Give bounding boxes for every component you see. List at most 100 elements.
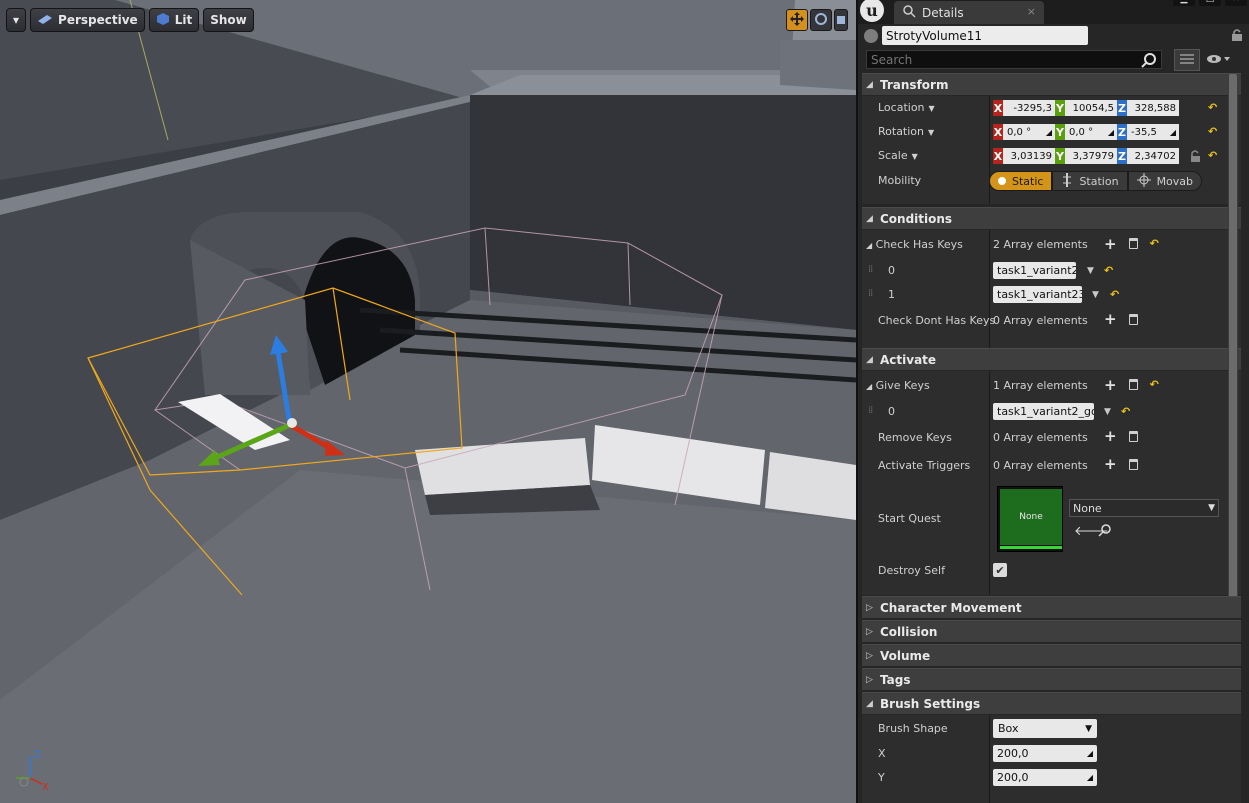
location-label[interactable]: Location ▼ <box>878 101 935 114</box>
actor-icon <box>864 29 878 43</box>
reset-arrow-icon[interactable]: ↶ <box>1208 125 1217 138</box>
mobility-movable-button[interactable]: Movab <box>1127 171 1203 191</box>
tab-details[interactable]: Details × <box>894 1 1044 24</box>
scale-tool-button[interactable] <box>834 9 848 31</box>
rotation-y-field[interactable]: 0,0 ° ◢ <box>1065 124 1117 140</box>
reset-arrow-icon[interactable]: ↶ <box>1208 101 1217 114</box>
collapsed-triangle-icon: ▷ <box>866 602 873 613</box>
reset-arrow-icon[interactable]: ↶ <box>1121 405 1130 418</box>
browse-icon[interactable] <box>1098 523 1112 540</box>
trash-icon[interactable] <box>1128 458 1138 470</box>
minimize-button[interactable]: ▁ <box>1173 0 1195 6</box>
check-dont-has-keys-label: Check Dont Has Keys <box>878 314 996 327</box>
section-collision[interactable]: ▷ Collision <box>862 620 1241 642</box>
close-icon[interactable]: × <box>1027 5 1036 18</box>
scene-render[interactable] <box>0 0 856 803</box>
trash-icon[interactable] <box>1128 313 1138 325</box>
trash-icon[interactable] <box>1128 238 1138 249</box>
array-index-0: 0 <box>888 405 895 418</box>
scale-label[interactable]: Scale ▼ <box>878 149 918 162</box>
scale-y-field[interactable]: 3,37979 <box>1065 148 1117 164</box>
move-icon <box>1136 172 1151 190</box>
reset-arrow-icon[interactable]: ↶ <box>1104 264 1113 277</box>
give-keys-count: 1 Array elements <box>993 379 1088 392</box>
location-y-field[interactable]: 10054,5 <box>1065 100 1117 116</box>
search-input[interactable] <box>866 50 1162 69</box>
reset-arrow-icon[interactable]: ↶ <box>1150 237 1159 250</box>
check-has-key-0-field[interactable]: task1_variant2 <box>993 262 1076 279</box>
level-viewport[interactable]: ▾ Perspective Lit Show Z X <box>0 0 856 803</box>
give-keys-label[interactable]: ◢ Give Keys <box>866 379 930 392</box>
object-name-field[interactable] <box>882 26 1088 45</box>
details-scrollbar[interactable] <box>1228 74 1238 616</box>
section-brush-settings[interactable]: ◢ Brush Settings <box>862 692 1241 714</box>
section-transform-title: Transform <box>880 77 949 92</box>
mobility-static-button[interactable]: Static <box>989 171 1053 191</box>
brush-shape-combo[interactable]: Box ▼ <box>993 719 1097 738</box>
location-x-field[interactable]: -3295,3 <box>1003 100 1055 116</box>
reset-arrow-icon[interactable]: ↶ <box>1208 149 1217 162</box>
section-conditions[interactable]: ◢ Conditions <box>862 207 1241 229</box>
scale-lock-icon[interactable] <box>1190 149 1202 166</box>
section-activate[interactable]: ◢ Activate <box>862 348 1241 370</box>
stationary-icon <box>1061 172 1073 190</box>
viewport-options-dropdown[interactable]: ▾ <box>6 8 27 32</box>
perspective-button[interactable]: Perspective <box>30 8 145 32</box>
brush-x-field[interactable]: 200,0 ◢ <box>993 745 1097 762</box>
translate-tool-button[interactable] <box>786 9 808 31</box>
plus-icon[interactable]: + <box>1104 377 1117 392</box>
section-transform[interactable]: ◢ Transform <box>862 73 1241 95</box>
reset-arrow-icon[interactable]: ↶ <box>1150 378 1159 391</box>
lit-button[interactable]: Lit <box>148 8 200 32</box>
plus-icon[interactable]: + <box>1104 429 1117 444</box>
drag-handle-icon[interactable]: ⁞⁞ <box>868 405 873 416</box>
section-conditions-title: Conditions <box>880 211 953 226</box>
lock-icon[interactable] <box>1231 28 1243 45</box>
reset-arrow-icon[interactable]: ↶ <box>1110 288 1119 301</box>
rotation-x-field[interactable]: 0,0 ° ◢ <box>1003 124 1055 140</box>
show-label: Show <box>210 13 247 27</box>
chevron-down-icon[interactable]: ▼ <box>1104 407 1111 417</box>
drag-handle-icon[interactable]: ⁞⁞ <box>868 288 873 299</box>
section-character-movement[interactable]: ▷ Character Movement <box>862 596 1241 618</box>
start-quest-thumbnail[interactable]: None <box>997 486 1063 552</box>
location-z-field[interactable]: 328,588 <box>1127 100 1179 116</box>
check-has-key-1-field[interactable]: task1_variant23 <box>993 286 1082 303</box>
start-quest-label: Start Quest <box>878 512 941 525</box>
scale-z-field[interactable]: 2,34702 <box>1127 148 1179 164</box>
plus-icon[interactable]: + <box>1104 312 1117 327</box>
section-activate-title: Activate <box>880 352 937 367</box>
check-has-keys-label[interactable]: ◢ Check Has Keys <box>866 238 963 251</box>
property-matrix-button[interactable] <box>1174 49 1200 71</box>
chevron-down-icon[interactable]: ▼ <box>1092 290 1099 300</box>
rotate-tool-button[interactable] <box>810 9 832 31</box>
mobility-selector: Static Station Movab <box>989 171 1203 191</box>
rotation-z-field[interactable]: -35,5 ◢ <box>1127 124 1179 140</box>
plus-icon[interactable]: + <box>1104 457 1117 472</box>
section-tags[interactable]: ▷ Tags <box>862 668 1241 690</box>
eye-icon[interactable] <box>1206 52 1232 70</box>
show-button[interactable]: Show <box>203 8 254 32</box>
plus-icon[interactable]: + <box>1104 236 1117 251</box>
section-volume[interactable]: ▷ Volume <box>862 644 1241 666</box>
chevron-down-icon[interactable]: ▼ <box>1087 266 1094 276</box>
maximize-button[interactable]: □ <box>1199 0 1221 6</box>
perspective-cube-icon <box>37 13 53 28</box>
mobility-stationary-button[interactable]: Station <box>1052 171 1128 191</box>
object-name-row <box>862 26 1247 46</box>
expanded-triangle-icon: ◢ <box>866 354 873 365</box>
rotation-label[interactable]: Rotation ▼ <box>878 125 934 138</box>
lit-sphere-icon <box>156 12 170 29</box>
give-key-0-field[interactable]: task1_variant2_go <box>993 403 1094 420</box>
drag-handle-icon[interactable]: ⁞⁞ <box>868 264 873 275</box>
trash-icon[interactable] <box>1128 379 1138 390</box>
scale-x-field[interactable]: 3,03139 <box>1003 148 1055 164</box>
search-icon[interactable] <box>1141 52 1157 68</box>
close-window-button[interactable]: ✕ <box>1225 0 1247 6</box>
scale-vector: X 3,03139 Y 3,37979 Z 2,34702 <box>993 148 1179 164</box>
destroy-self-checkbox[interactable]: ✔ <box>993 563 1007 577</box>
trash-icon[interactable] <box>1128 430 1138 442</box>
start-quest-combo[interactable]: None ▼ <box>1069 499 1219 517</box>
unreal-logo-icon[interactable]: u <box>860 0 884 22</box>
brush-y-field[interactable]: 200,0 ◢ <box>993 769 1097 786</box>
